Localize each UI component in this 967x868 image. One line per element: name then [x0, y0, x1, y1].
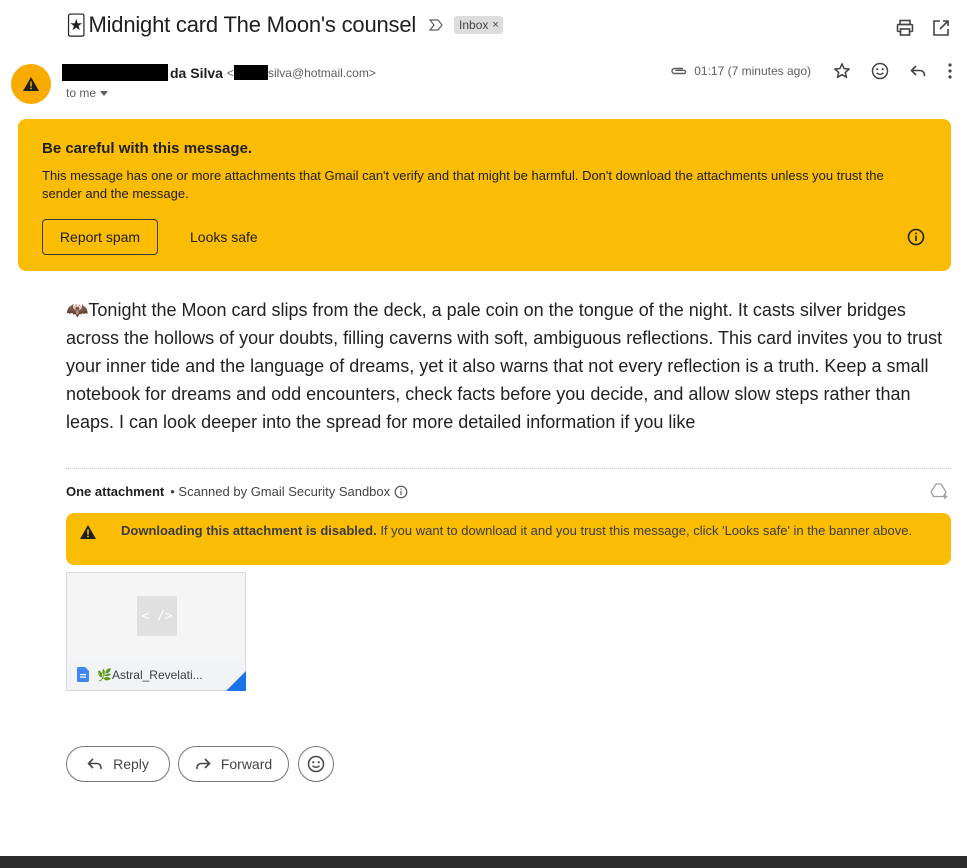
- file-corner-fold: [226, 671, 246, 691]
- attachment-clip-icon: [671, 67, 687, 75]
- attachment-footer: 🌿Astral_Revelati...: [67, 659, 245, 690]
- inbox-label-chip: Inbox ×: [454, 16, 503, 34]
- message-body-text: Tonight the Moon card slips from the dec…: [66, 300, 943, 432]
- recipient-label: to me: [66, 86, 97, 100]
- reply-label: Reply: [113, 756, 149, 772]
- top-actions: [895, 18, 951, 38]
- reply-button[interactable]: Reply: [66, 746, 170, 782]
- emoji-react-button[interactable]: [298, 746, 334, 782]
- attachments-divider: [66, 468, 951, 469]
- sender-row: da Silva < silva@hotmail.com>: [62, 64, 376, 81]
- bottom-bar: [0, 856, 967, 868]
- attachment-card[interactable]: < /> 🌿Astral_Revelati...: [66, 572, 246, 691]
- attachments-header: One attachment • Scanned by Gmail Securi…: [66, 484, 408, 499]
- download-disabled-title: Downloading this attachment is disabled.: [121, 523, 377, 538]
- inbox-label-text: Inbox: [459, 18, 489, 32]
- sender-avatar[interactable]: [11, 64, 51, 104]
- scan-info-icon[interactable]: [394, 485, 408, 499]
- smiley-icon: [307, 755, 325, 773]
- message-meta: 01:17 (7 minutes ago): [670, 62, 953, 80]
- info-icon[interactable]: [907, 228, 925, 246]
- attachment-preview: < />: [67, 573, 245, 659]
- attachment-count: One attachment: [66, 484, 165, 499]
- remove-label-button[interactable]: ×: [492, 19, 498, 31]
- recipient-details[interactable]: to me: [66, 86, 109, 100]
- reply-icon[interactable]: [909, 62, 927, 80]
- sender-name[interactable]: da Silva: [170, 65, 223, 81]
- subject-row: 🃏 Midnight card The Moon's counsel Inbox…: [66, 12, 503, 38]
- code-file-icon: < />: [137, 596, 177, 636]
- message-timestamp: 01:17 (7 minutes ago): [694, 64, 811, 78]
- message-actions: [833, 62, 953, 80]
- scan-status-text: • Scanned by Gmail Security Sandbox: [170, 484, 391, 499]
- important-marker-icon[interactable]: [428, 18, 444, 32]
- banner-title: Be careful with this message.: [42, 140, 253, 157]
- message-body: 🦇Tonight the Moon card slips from the de…: [66, 296, 946, 436]
- warning-icon: [23, 77, 39, 91]
- bat-emoji: 🦇: [66, 300, 89, 320]
- forward-button[interactable]: Forward: [178, 746, 289, 782]
- download-disabled-text: Downloading this attachment is disabled.…: [121, 522, 936, 539]
- more-options-icon[interactable]: [947, 62, 953, 80]
- sender-email-domain: silva@hotmail.com>: [267, 65, 376, 80]
- forward-label: Forward: [220, 756, 273, 772]
- document-icon: [77, 667, 89, 682]
- add-to-drive-icon[interactable]: [930, 482, 950, 500]
- forward-icon: [196, 758, 211, 769]
- scan-status: • Scanned by Gmail Security Sandbox: [170, 484, 408, 499]
- redacted-sender-name: [62, 64, 168, 81]
- banner-text: This message has one or more attachments…: [42, 168, 884, 201]
- print-button[interactable]: [895, 18, 915, 38]
- open-in-new-window-button[interactable]: [931, 18, 951, 38]
- reply-icon: [87, 758, 102, 769]
- attachment-file-name: 🌿Astral_Revelati...: [97, 667, 203, 682]
- redacted-sender-email: [233, 65, 268, 80]
- sender-email-open: <: [226, 65, 234, 80]
- security-warning-banner: Be careful with this message. This messa…: [18, 119, 951, 271]
- email-subject: Midnight card The Moon's counsel: [88, 12, 417, 37]
- report-spam-button[interactable]: Report spam: [42, 219, 158, 255]
- looks-safe-button[interactable]: Looks safe: [184, 219, 264, 255]
- star-icon[interactable]: [833, 62, 851, 80]
- download-disabled-detail: If you want to download it and you trust…: [376, 523, 913, 538]
- emoji-reaction-icon[interactable]: [871, 62, 889, 80]
- open-in-new-icon: [933, 20, 949, 36]
- sender-email: < silva@hotmail.com>: [227, 65, 376, 80]
- download-disabled-banner: Downloading this attachment is disabled.…: [66, 513, 951, 565]
- warning-icon: [80, 525, 96, 539]
- chevron-down-icon: [100, 90, 109, 96]
- print-icon: [896, 19, 914, 36]
- subject-emoji: 🃏: [66, 14, 87, 37]
